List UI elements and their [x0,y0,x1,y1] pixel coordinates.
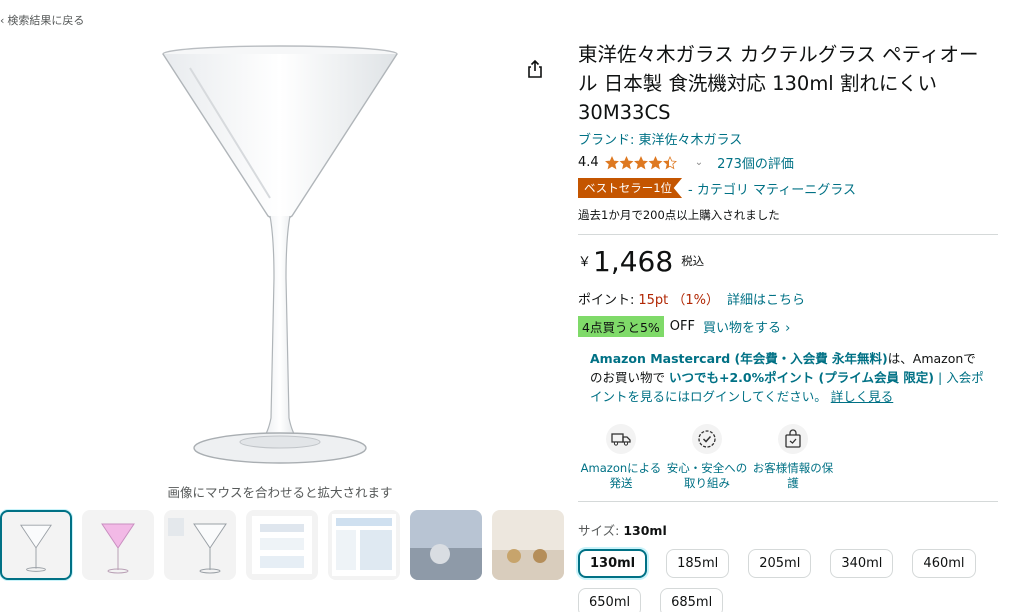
mastercard-learn-more-link[interactable]: 詳しく見る [831,389,894,404]
price-symbol: ￥ [578,255,592,270]
zoom-hint: 画像にマウスを合わせると拡大されます [167,485,393,500]
lock-bag-icon [778,424,808,454]
size-option-205ml[interactable]: 205ml [748,549,812,578]
tax-label: 税込 [681,254,705,268]
divider [578,501,998,502]
size-selector-label: サイズ: 130ml [578,520,998,539]
divider [578,234,998,235]
feature-label: 安心・安全への取り組み [666,461,748,490]
bought-count-text: 過去1か月で200点以上購入されました [578,208,780,222]
price-row: ￥ 1,468 税込 [578,247,998,277]
selected-size: 130ml [623,523,667,538]
feature-label: お客様情報の保護 [752,461,834,490]
points-value: 15pt （1%） [638,293,720,308]
points-row: ポイント: 15pt （1%） 詳細はこちら [578,289,998,308]
thumbnail-glass-info[interactable] [164,510,236,580]
mastercard-bold-text: いつでも+2.0%ポイント (プライム会員 限定) [669,370,935,385]
mastercard-promo: Amazon Mastercard (年会費・入会費 永年無料)は、Amazon… [578,349,988,406]
truck-icon [606,424,636,454]
thumbnail-certification-sheet[interactable] [328,510,400,580]
star-rating[interactable] [604,155,689,170]
size-option-340ml[interactable]: 340ml [830,549,894,578]
share-icon[interactable] [524,58,546,80]
size-option-130ml[interactable]: 130ml [578,549,648,578]
promo-off-text: OFF [669,319,695,334]
stars-icon [604,155,677,169]
mastercard-title-link[interactable]: Amazon Mastercard (年会費・入会費 永年無料) [590,351,888,366]
size-option-650ml[interactable]: 650ml [578,588,642,612]
shield-check-icon [692,424,722,454]
product-details: 東洋佐々木ガラス カクテルグラス ペティオール 日本製 食洗機対応 130ml … [578,40,998,612]
thumbnail-lifestyle-dinner[interactable] [492,510,564,580]
chevron-left-icon: ‹ [0,14,5,27]
thumbnail-glass-front[interactable] [0,510,72,580]
feature-privacy[interactable]: お客様情報の保護 [750,424,836,491]
price-value: 1,468 [593,245,674,278]
product-title: 東洋佐々木ガラス カクテルグラス ペティオール 日本製 食洗機対応 130ml … [578,43,979,124]
ratings-count-link[interactable]: 273個の評価 [717,153,794,172]
thumbnail-lifestyle-table[interactable] [410,510,482,580]
size-option-185ml[interactable]: 185ml [666,549,730,578]
size-label-text: サイズ: [578,523,620,538]
bestseller-row: ベストセラー1位 - カテゴリ マティーニグラス [578,178,998,198]
brand-link[interactable]: ブランド: 東洋佐々木ガラス [578,129,998,148]
main-product-image[interactable] [150,38,410,478]
promo-row: 4点買うと5% OFF 買い物をする › [578,316,998,337]
bestseller-category-link[interactable]: - カテゴリ マティーニグラス [688,179,856,198]
points-label: ポイント: [578,293,635,308]
bestseller-badge: ベストセラー1位 [578,178,683,198]
promo-badge: 4点買うと5% [578,316,664,337]
rating-value: 4.4 [578,155,599,170]
size-option-460ml[interactable]: 460ml [912,549,976,578]
promo-shop-link[interactable]: 買い物をする › [703,317,790,336]
thumbnail-feature-sheet[interactable] [246,510,318,580]
size-options: 130ml 185ml 205ml 340ml 460ml 650ml 685m… [578,549,1008,612]
feature-label: Amazonによる発送 [580,461,662,490]
points-details-link[interactable]: 詳細はこちら [727,293,805,308]
back-to-results-link[interactable]: ‹ 検索結果に戻る [0,12,84,28]
feature-amazon-shipping[interactable]: Amazonによる発送 [578,424,664,491]
rating-row: 4.4 ⌄ 273個の評価 [578,153,998,172]
feature-safety[interactable]: 安心・安全への取り組み [664,424,750,491]
thumbnail-strip [0,510,564,580]
chevron-down-icon[interactable]: ⌄ [695,157,703,168]
trust-features: Amazonによる発送 安心・安全への取り組み お客様情報の保護 [578,424,998,491]
size-option-685ml[interactable]: 685ml [660,588,724,612]
back-link-label: 検索結果に戻る [7,14,85,27]
thumbnail-glass-pink[interactable] [82,510,154,580]
